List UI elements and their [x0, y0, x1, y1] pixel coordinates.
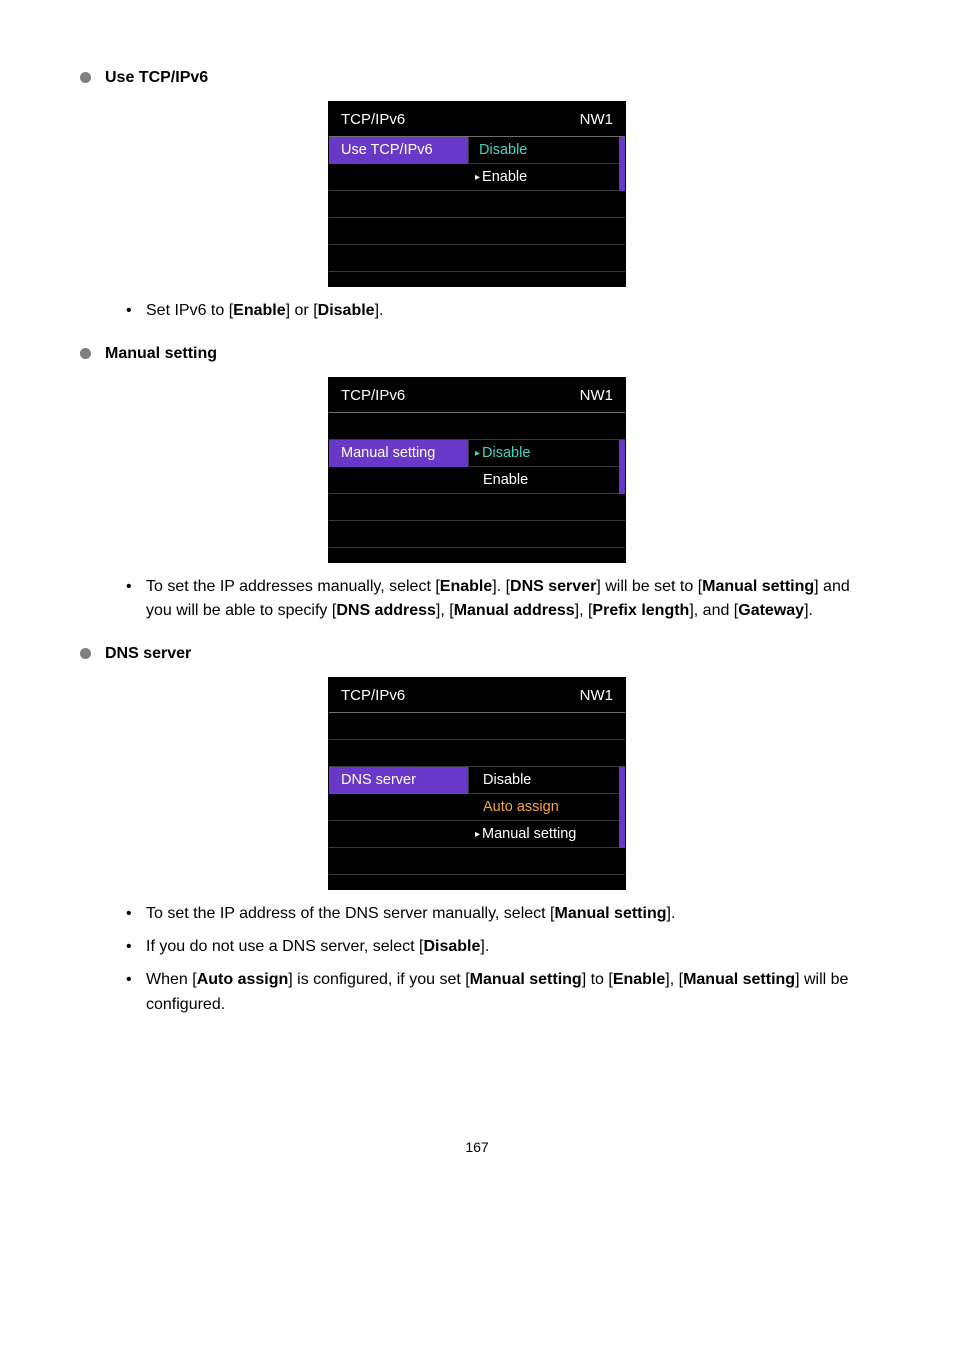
notes-use-tcpipv6: Set IPv6 to [Enable] or [Disable].: [80, 299, 874, 324]
menu-empty-row: [329, 245, 625, 272]
menu-bottom-strip: [329, 548, 625, 562]
menu-option-auto-assign: Auto assign: [469, 794, 625, 821]
menu-selected-row: Manual setting Disable: [329, 440, 625, 467]
menu-title-tag: NW1: [580, 385, 613, 407]
menu-empty-row: [329, 191, 625, 218]
menu-row: Enable: [329, 467, 625, 494]
section-heading-dns-server: DNS server: [80, 642, 874, 665]
bullet-disc-icon: [80, 648, 91, 659]
menu-empty-row: [329, 413, 625, 440]
note-item: Set IPv6 to [Enable] or [Disable].: [146, 299, 874, 324]
menu-empty-row: [329, 521, 625, 548]
menu-row-label: Manual setting: [329, 440, 469, 467]
notes-dns-server: To set the IP address of the DNS server …: [80, 902, 874, 1017]
menu-option-disable: Disable: [469, 137, 625, 164]
section-title: DNS server: [105, 642, 191, 665]
page-number: 167: [80, 1137, 874, 1157]
menu-option-disable: Disable: [469, 767, 625, 794]
menu-title-label: TCP/IPv6: [341, 385, 405, 407]
menu-bottom-strip: [329, 875, 625, 889]
menu-selected-row: DNS server Disable: [329, 767, 625, 794]
bullet-disc-icon: [80, 348, 91, 359]
notes-manual-setting: To set the IP addresses manually, select…: [80, 575, 874, 625]
menu-empty-row: [329, 740, 625, 767]
menu-option-enable: Enable: [469, 164, 625, 191]
note-item: To set the IP addresses manually, select…: [146, 575, 874, 625]
menu-title-row: TCP/IPv6 NW1: [329, 378, 625, 412]
menu-title-label: TCP/IPv6: [341, 109, 405, 131]
menu-empty-row: [329, 494, 625, 521]
menu-screenshot-manual-setting: TCP/IPv6 NW1 Manual setting Disable Enab…: [328, 377, 626, 563]
menu-title-row: TCP/IPv6 NW1: [329, 678, 625, 712]
section-heading-use-tcpipv6: Use TCP/IPv6: [80, 66, 874, 89]
menu-row: Auto assign: [329, 794, 625, 821]
menu-bottom-strip: [329, 272, 625, 286]
menu-row: Enable: [329, 164, 625, 191]
menu-screenshot-use-tcpipv6: TCP/IPv6 NW1 Use TCP/IPv6 Disable Enable: [328, 101, 626, 287]
menu-row-label: Use TCP/IPv6: [329, 137, 469, 164]
section-heading-manual-setting: Manual setting: [80, 342, 874, 365]
menu-title-row: TCP/IPv6 NW1: [329, 102, 625, 136]
section-title: Use TCP/IPv6: [105, 66, 208, 89]
menu-row: Manual setting: [329, 821, 625, 848]
menu-screenshot-dns-server: TCP/IPv6 NW1 DNS server Disable Auto ass…: [328, 677, 626, 890]
bullet-disc-icon: [80, 72, 91, 83]
note-item: If you do not use a DNS server, select […: [146, 935, 874, 960]
menu-empty-row: [329, 218, 625, 245]
menu-title-label: TCP/IPv6: [341, 685, 405, 707]
section-title: Manual setting: [105, 342, 217, 365]
note-item: To set the IP address of the DNS server …: [146, 902, 874, 927]
menu-row-label: DNS server: [329, 767, 469, 794]
menu-title-tag: NW1: [580, 685, 613, 707]
menu-title-tag: NW1: [580, 109, 613, 131]
menu-option-disable: Disable: [469, 440, 625, 467]
menu-option-enable: Enable: [469, 467, 625, 494]
menu-selected-row: Use TCP/IPv6 Disable: [329, 137, 625, 164]
menu-option-manual-setting: Manual setting: [469, 821, 625, 848]
menu-empty-row: [329, 848, 625, 875]
menu-empty-row: [329, 713, 625, 740]
note-item: When [Auto assign] is configured, if you…: [146, 968, 874, 1018]
